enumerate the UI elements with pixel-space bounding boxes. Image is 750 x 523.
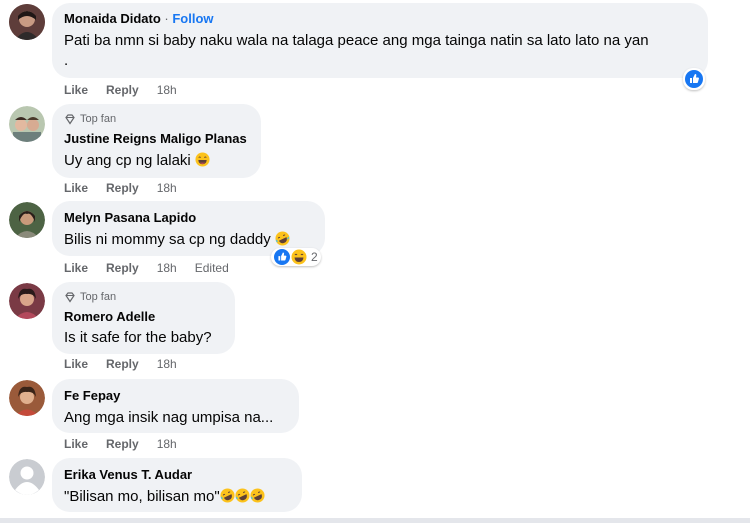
comment-author[interactable]: Romero Adelle [64, 308, 223, 325]
comment-author[interactable]: Erika Venus T. Audar [64, 466, 290, 483]
reaction-count: 2 [311, 250, 318, 264]
comment-bubble: Fe Fepay Ang mga insik nag umpisa na... [52, 379, 299, 433]
comment-actions: Like Reply 18h Edited [64, 261, 229, 275]
top-fan-badge: Top fan [64, 290, 223, 304]
reaction-summary[interactable]: 2 [271, 248, 321, 266]
rofl-emoji-icon [220, 488, 235, 503]
follow-link[interactable]: Follow [172, 11, 213, 26]
reply-button[interactable]: Reply [106, 437, 139, 451]
comment-author[interactable]: Monaida Didato [64, 11, 161, 26]
laugh-emoji-icon [195, 152, 210, 167]
reaction-summary[interactable] [683, 68, 705, 90]
comment-text: Is it safe for the baby? [64, 329, 212, 346]
comment-text: Ang mga insik nag umpisa na... [64, 409, 274, 426]
comment-bubble: Top fan Justine Reigns Maligo Planas Uy … [52, 104, 261, 178]
comment-bubble: Top fan Romero Adelle Is it safe for the… [52, 282, 235, 354]
comment-author[interactable]: Justine Reigns Maligo Planas [64, 130, 249, 147]
edited-label[interactable]: Edited [195, 261, 229, 275]
comment-author[interactable]: Melyn Pasana Lapido [64, 209, 313, 226]
comment-time[interactable]: 18h [157, 83, 177, 97]
rofl-emoji-icon [250, 488, 265, 503]
default-avatar-icon [9, 459, 45, 495]
comment-text-continued: . [64, 52, 69, 69]
reply-button[interactable]: Reply [106, 83, 139, 97]
comment-actions: Like Reply 18h [64, 357, 177, 371]
top-fan-badge: Top fan [64, 112, 249, 126]
comment-author[interactable]: Fe Fepay [64, 387, 287, 404]
like-button[interactable]: Like [64, 83, 88, 97]
comment-text: Uy ang cp ng lalaki [64, 152, 191, 169]
rofl-emoji-icon [275, 231, 290, 246]
avatar[interactable] [9, 283, 45, 319]
avatar[interactable] [9, 459, 45, 495]
comment-actions: Like Reply 18h [64, 181, 177, 195]
comment-text: Bilis ni mommy sa cp ng daddy [64, 231, 271, 248]
like-reaction-icon [274, 249, 290, 265]
comment-actions: Like Reply 18h [64, 83, 177, 97]
scroll-edge [0, 518, 750, 523]
comment-time[interactable]: 18h [157, 437, 177, 451]
like-button[interactable]: Like [64, 437, 88, 451]
rofl-emoji-icon [235, 488, 250, 503]
top-fan-label: Top fan [80, 291, 117, 303]
comment-bubble: Erika Venus T. Audar "Bilisan mo, bilisa… [52, 458, 302, 512]
top-fan-diamond-icon [65, 292, 75, 303]
comment-actions: Like Reply 18h [64, 437, 177, 451]
avatar[interactable] [9, 202, 45, 238]
reply-button[interactable]: Reply [106, 357, 139, 371]
avatar[interactable] [9, 106, 45, 142]
reply-button[interactable]: Reply [106, 181, 139, 195]
comment-time[interactable]: 18h [157, 181, 177, 195]
laugh-emoji-icon [291, 249, 307, 265]
like-reaction-icon [685, 70, 703, 88]
avatar[interactable] [9, 380, 45, 416]
top-fan-diamond-icon [65, 114, 75, 125]
comment-text: "Bilisan mo, bilisan mo" [64, 488, 220, 505]
top-fan-label: Top fan [80, 113, 117, 125]
like-button[interactable]: Like [64, 261, 88, 275]
comment-time[interactable]: 18h [157, 357, 177, 371]
like-button[interactable]: Like [64, 357, 88, 371]
reply-button[interactable]: Reply [106, 261, 139, 275]
comment-text: Pati ba nmn si baby naku wala na talaga … [64, 32, 649, 49]
like-button[interactable]: Like [64, 181, 88, 195]
comment-bubble: Monaida Didato · Follow Pati ba nmn si b… [52, 3, 708, 78]
comment-time[interactable]: 18h [157, 261, 177, 275]
avatar[interactable] [9, 4, 45, 40]
